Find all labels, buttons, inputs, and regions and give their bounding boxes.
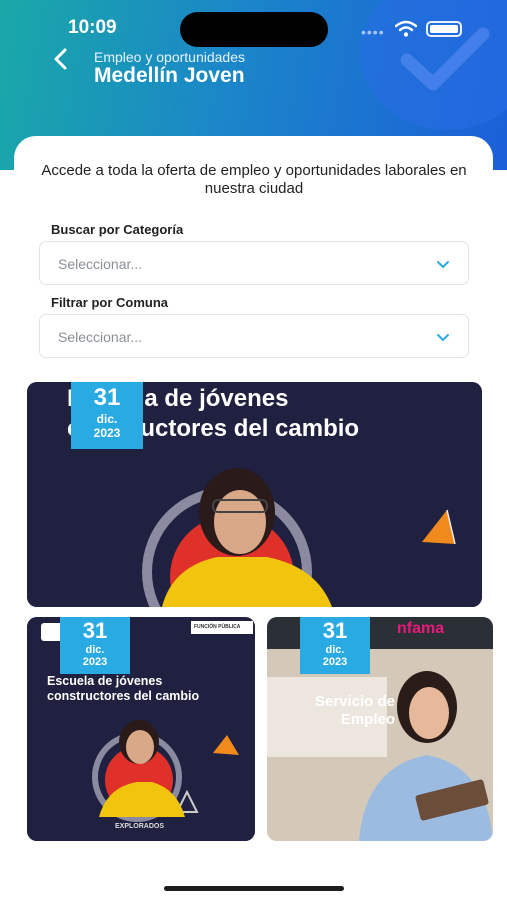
opportunity-card-featured[interactable]: Escuela de jóvenes constructores del cam… [27, 382, 482, 607]
battery-icon [426, 21, 462, 37]
date-year: 2023 [93, 426, 121, 440]
footer-text: EXPLORADOS [115, 823, 165, 830]
date-month: dic. [325, 644, 345, 656]
status-time: 10:09 [68, 17, 117, 38]
dynamic-island [180, 12, 328, 47]
opportunity-card[interactable]: FUNCIÓN PÚBLICA Escuela de jóvenes const… [27, 617, 255, 841]
brand-logo: nfama [397, 620, 445, 637]
date-badge: 31 dic. 2023 [300, 617, 370, 674]
date-year: 2023 [322, 656, 348, 668]
signal-icon: •••• [361, 24, 385, 40]
date-badge: 31 dic. 2023 [71, 382, 143, 449]
back-button[interactable] [50, 46, 72, 72]
opportunity-card[interactable]: nfama Servicio de Empleo 31 dic. 2023 [267, 617, 493, 841]
card-title-line2: Empleo [340, 711, 395, 728]
chevron-down-icon [437, 261, 449, 269]
header-subtitle: Empleo y oportunidades [94, 49, 245, 65]
date-month: dic. [85, 644, 105, 656]
category-label: Buscar por Categoría [51, 222, 184, 237]
page-title: Medellín Joven [94, 64, 245, 87]
chevron-down-icon [437, 334, 449, 342]
date-day: 31 [322, 618, 348, 643]
comuna-label: Filtrar por Comuna [51, 295, 169, 310]
category-select[interactable]: Seleccionar... [39, 241, 469, 285]
date-year: 2023 [82, 656, 108, 668]
category-select-placeholder: Seleccionar... [58, 256, 143, 272]
card-title-line1: Escuela de jóvenes [47, 674, 163, 688]
corner-text: FUNCIÓN PÚBLICA [194, 624, 241, 630]
wifi-icon [395, 20, 417, 37]
date-day: 31 [93, 384, 121, 411]
comuna-select[interactable]: Seleccionar... [39, 314, 469, 358]
card-title-line1: Servicio de [314, 693, 395, 710]
intro-text: Accede a toda la oferta de empleo y opor… [41, 162, 467, 197]
date-badge: 31 dic. 2023 [60, 617, 130, 674]
date-month: dic. [96, 412, 118, 426]
date-day: 31 [82, 618, 108, 643]
card-title-line2: constructores del cambio [47, 689, 200, 703]
home-indicator[interactable] [164, 886, 344, 891]
comuna-select-placeholder: Seleccionar... [58, 329, 143, 345]
